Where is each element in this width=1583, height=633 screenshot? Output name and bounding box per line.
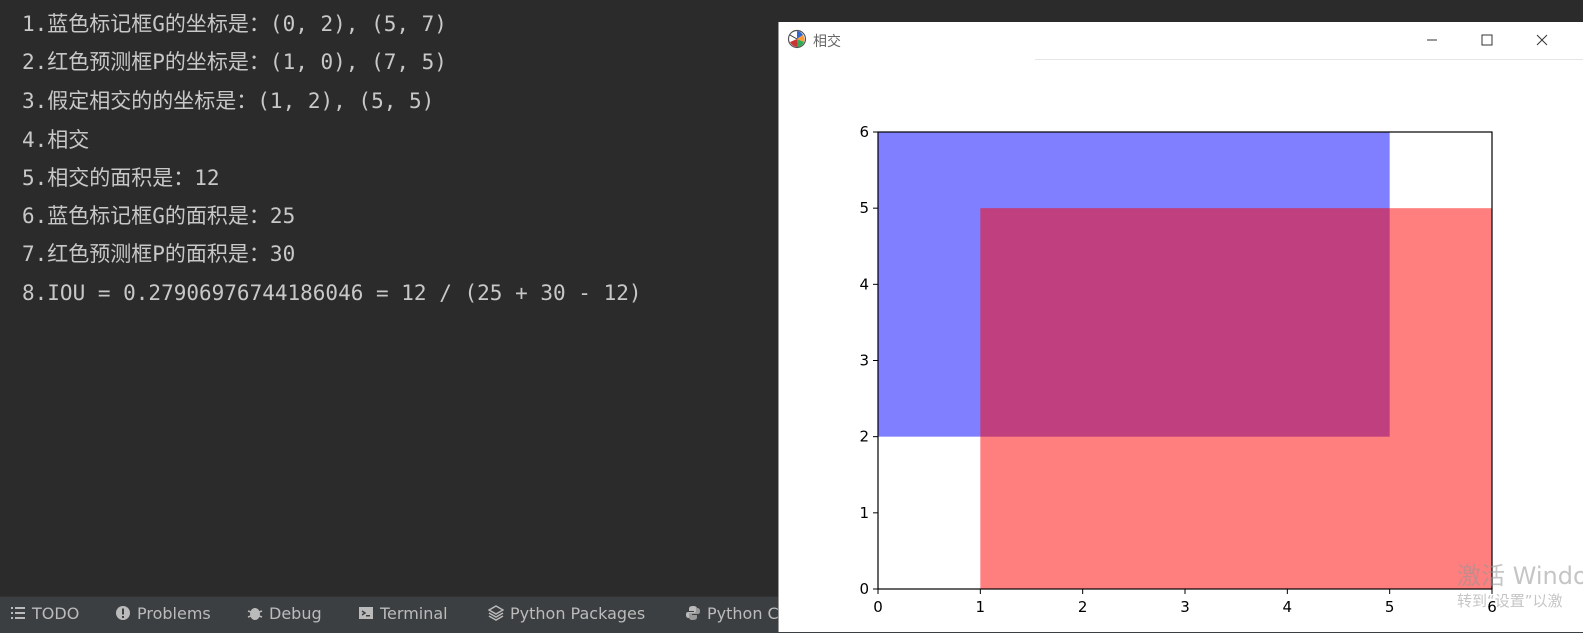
terminal-icon: [359, 607, 373, 619]
minimize-button[interactable]: [1404, 22, 1459, 58]
x-tick-label: 0: [873, 598, 883, 616]
layers-icon: [488, 605, 504, 621]
tab-label: Debug: [269, 604, 322, 623]
run-console[interactable]: 1.蓝色标记框G的坐标是：(0, 2), (5, 7) 2.红色预测框P的坐标是…: [0, 0, 780, 596]
console-line: 8.IOU = 0.27906976744186046 = 12 / (25 +…: [22, 281, 642, 305]
y-tick-label: 2: [859, 428, 869, 446]
ide-window: 1.蓝色标记框G的坐标是：(0, 2), (5, 7) 2.红色预测框P的坐标是…: [0, 0, 1583, 633]
y-tick-label: 6: [859, 123, 869, 141]
list-icon: [11, 607, 25, 619]
close-icon: [1536, 34, 1547, 46]
matplotlib-icon: [787, 29, 807, 49]
activation-watermark-line2: 转到“设置”以激: [1457, 592, 1563, 610]
x-tick-label: 4: [1283, 598, 1293, 616]
plot-canvas[interactable]: 0 1 2 3 4 5 60123456: [779, 60, 1583, 632]
minimize-icon: [1426, 39, 1437, 41]
x-tick-label: 5: [1385, 598, 1395, 616]
tab-label: Python C: [707, 604, 779, 623]
console-line: 2.红色预测框P的坐标是：(1, 0), (7, 5): [22, 50, 447, 74]
problems-icon: [116, 606, 130, 620]
console-line: 7.红色预测框P的面积是：30: [22, 242, 296, 266]
tab-label: Python Packages: [510, 604, 646, 623]
tab-python-console[interactable]: Python C: [685, 597, 779, 633]
y-tick-label: 4: [859, 275, 869, 293]
tab-problems[interactable]: Problems: [115, 597, 211, 633]
console-line: 3.假定相交的的坐标是：(1, 2), (5, 5): [22, 89, 435, 113]
maximize-button[interactable]: [1459, 22, 1514, 58]
console-line: 5.相交的面积是：12: [22, 166, 220, 190]
x-tick-label: 3: [1180, 598, 1190, 616]
python-icon: [686, 606, 700, 620]
activation-watermark-line1: 激活 Windo: [1457, 562, 1583, 590]
bug-icon: [247, 608, 263, 620]
tab-label: TODO: [32, 604, 80, 623]
console-line: 1.蓝色标记框G的坐标是：(0, 2), (5, 7): [22, 12, 447, 36]
x-tick-label: 2: [1078, 598, 1088, 616]
console-line: 6.蓝色标记框G的面积是：25: [22, 204, 296, 228]
tab-label: Terminal: [380, 604, 448, 623]
y-tick-label: 5: [859, 199, 869, 217]
console-line: 4.相交: [22, 128, 90, 152]
window-title: 相交: [813, 34, 841, 50]
tab-label: Problems: [137, 604, 211, 623]
y-tick-label: 3: [859, 352, 869, 370]
maximize-icon: [1481, 34, 1492, 46]
x-tick-label: 1: [976, 598, 986, 616]
tab-debug[interactable]: Debug: [247, 597, 322, 633]
close-button[interactable]: [1514, 22, 1569, 58]
tab-python-packages[interactable]: Python Packages: [488, 597, 645, 633]
plot-window: 相交 01234560123456 激活 Windo 转到“设置”以激: [778, 22, 1583, 632]
window-titlebar[interactable]: 相交: [779, 22, 1583, 58]
y-tick-label: 1: [859, 504, 869, 522]
tab-todo[interactable]: TODO: [10, 597, 79, 633]
tab-terminal[interactable]: Terminal: [358, 597, 448, 633]
y-tick-label: 0: [859, 580, 869, 598]
